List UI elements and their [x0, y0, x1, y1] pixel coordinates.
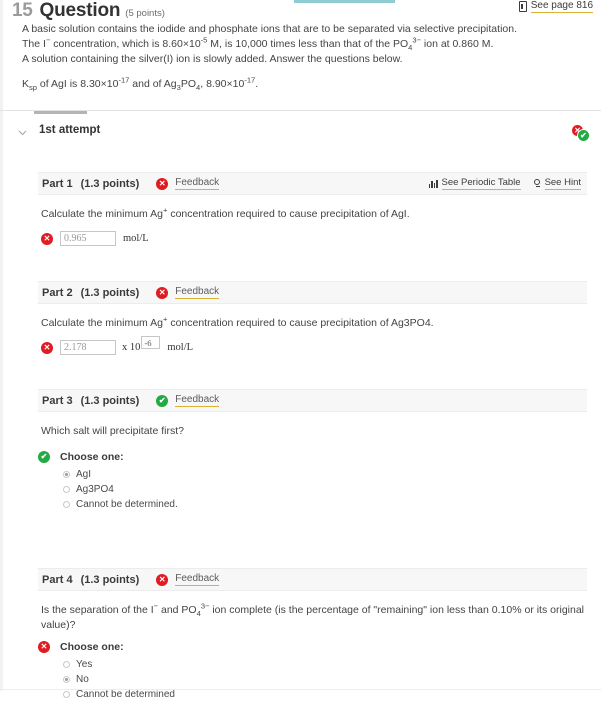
active-tab-indicator [294, 0, 395, 3]
part-3-status-icon: ✔ [156, 394, 169, 407]
question-body: A basic solution contains the iodide and… [22, 22, 582, 67]
part-2-answer-row: ✕ x 10 mol/L [41, 336, 601, 355]
part-3-option-0[interactable]: AgI [63, 467, 601, 482]
see-periodic-table-button[interactable]: See Periodic Table [428, 177, 521, 190]
radio-icon[interactable] [63, 471, 70, 478]
see-page-label[interactable]: See page 816 [530, 0, 593, 13]
question-line-2: The I− concentration, which is 8.60×10-5… [22, 35, 494, 53]
radio-icon[interactable] [63, 501, 70, 508]
part-2-answer-status-icon: ✕ [41, 341, 53, 354]
part-4-options: Yes No Cannot be determined [63, 657, 601, 702]
part-2-unit: mol/L [167, 342, 194, 353]
part-2-exponent-input[interactable] [141, 336, 161, 349]
part-4-option-0[interactable]: Yes [63, 657, 601, 672]
part-3-points: (1.3 points) [80, 394, 140, 407]
part-1: Part 1 (1.3 points) ✕ Feedback See Perio… [0, 172, 601, 246]
part-3-option-1[interactable]: Ag3PO4 [63, 482, 601, 497]
part-4-option-1[interactable]: No [63, 672, 601, 687]
section-divider [0, 110, 601, 111]
see-periodic-table-label: See Periodic Table [441, 177, 521, 190]
question-header: 15 Question (5 points) [12, 0, 165, 22]
part-4-header: Part 4 (1.3 points) ✕ Feedback [38, 568, 587, 591]
question-number: 15 [12, 0, 33, 21]
status-badge-correct: ✔ [577, 129, 590, 142]
attempt-status-badges: ✕ ✔ [571, 124, 593, 144]
chevron-down-icon[interactable] [18, 128, 27, 137]
part-1-question: Calculate the minimum Ag+ concentration … [41, 205, 410, 220]
part-4-feedback-link[interactable]: Feedback [175, 573, 220, 586]
ksp-line: Ksp of AgI is 8.30×10-17 and of Ag3PO4, … [22, 75, 259, 93]
part-3-header: Part 3 (1.3 points) ✔ Feedback [38, 389, 587, 412]
part-2-title: Part 2 [42, 286, 73, 299]
question-page: 15 Question (5 points) See page 816 A ba… [0, 0, 601, 700]
bar-chart-icon [428, 179, 438, 188]
part-4-choose-status-icon: ✕ [38, 641, 50, 653]
part-1-answer-input[interactable] [60, 231, 116, 246]
part-2-question: Calculate the minimum Ag+ concentration … [41, 314, 434, 329]
part-1-feedback-link[interactable]: Feedback [175, 177, 220, 190]
radio-icon[interactable] [63, 691, 70, 698]
part-1-status-icon: ✕ [156, 177, 169, 190]
part-3-feedback-link[interactable]: Feedback [175, 394, 220, 407]
lightbulb-icon [533, 179, 541, 188]
part-3-choose-status-icon: ✔ [38, 451, 50, 463]
see-page-link[interactable]: See page 816 [518, 0, 593, 13]
part-2-x10-label: x 10 [122, 342, 141, 353]
part-1-answer-status-icon: ✕ [41, 232, 53, 245]
part-4-option-1-label: No [76, 674, 89, 685]
part-4-points: (1.3 points) [80, 573, 140, 586]
part-2-points: (1.3 points) [80, 286, 140, 299]
part-3-option-0-label: AgI [76, 469, 92, 480]
part-4-question: Is the separation of the I− and PO43− io… [41, 601, 584, 631]
part-3-option-2-label: Cannot be determined. [76, 499, 178, 510]
radio-icon[interactable] [63, 676, 70, 683]
part-1-points: (1.3 points) [80, 177, 140, 190]
part-4: Part 4 (1.3 points) ✕ Feedback Is the se… [0, 568, 601, 702]
part-1-unit: mol/L [123, 233, 149, 244]
part-4-choose-row: ✕ Choose one: [38, 641, 601, 653]
part-3-choose-row: ✔ Choose one: [38, 451, 601, 463]
part-2-mantissa-input[interactable] [60, 340, 116, 355]
part-1-answer-row: ✕ mol/L [41, 231, 601, 246]
part-2-feedback-link[interactable]: Feedback [175, 286, 220, 299]
part-4-option-0-label: Yes [76, 659, 93, 670]
part-4-choose-label: Choose one: [60, 641, 124, 653]
page-title: Question [39, 0, 121, 21]
part-2-header: Part 2 (1.3 points) ✕ Feedback [38, 281, 587, 304]
attempt-label: 1st attempt [39, 124, 101, 136]
see-hint-button[interactable]: See Hint [533, 177, 581, 190]
part-1-tools: See Periodic Table See Hint [428, 177, 581, 190]
part-1-header: Part 1 (1.3 points) ✕ Feedback See Perio… [38, 172, 587, 195]
part-3-choose-label: Choose one: [60, 451, 124, 463]
part-3-option-1-label: Ag3PO4 [76, 484, 114, 495]
part-3-title: Part 3 [42, 394, 73, 407]
part-3-question: Which salt will precipitate first? [41, 425, 184, 437]
question-line-1: A basic solution contains the iodide and… [22, 23, 517, 35]
part-4-status-icon: ✕ [156, 573, 169, 586]
question-line-3: A solution containing the silver(I) ion … [22, 53, 403, 65]
see-hint-label: See Hint [544, 177, 581, 190]
part-2: Part 2 (1.3 points) ✕ Feedback Calculate… [0, 281, 601, 355]
part-3: Part 3 (1.3 points) ✔ Feedback Which sal… [0, 389, 601, 512]
part-3-option-2[interactable]: Cannot be determined. [63, 497, 601, 512]
radio-icon[interactable] [63, 486, 70, 493]
radio-icon[interactable] [63, 661, 70, 668]
part-3-options: AgI Ag3PO4 Cannot be determined. [63, 467, 601, 512]
part-2-status-icon: ✕ [156, 286, 169, 299]
book-icon [518, 1, 527, 12]
attempt-tab-underline [34, 111, 87, 114]
bottom-divider [0, 689, 601, 690]
attempt-row[interactable]: 1st attempt [0, 122, 601, 144]
question-points: (5 points) [125, 8, 165, 19]
part-4-title: Part 4 [42, 573, 73, 586]
part-1-title: Part 1 [42, 177, 73, 190]
